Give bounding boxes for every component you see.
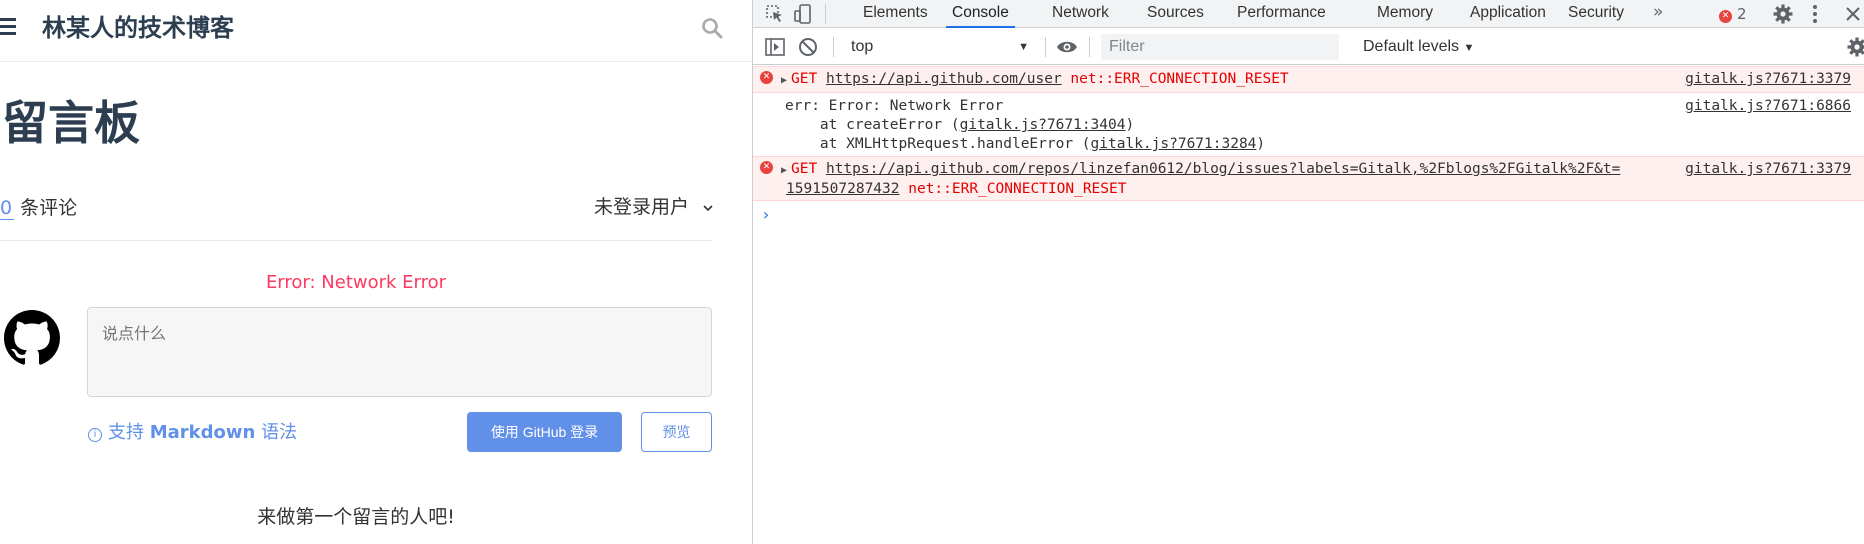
context-selector[interactable]: top ▼: [851, 35, 1035, 59]
error-icon: ✕: [760, 161, 773, 174]
console-toolbar: top ▼ Default levels ▼: [753, 29, 1864, 65]
console-prompt-row[interactable]: ›: [753, 201, 1864, 229]
more-tabs-button[interactable]: »: [1653, 0, 1663, 28]
error-count-badge[interactable]: ✕ 2: [1719, 0, 1747, 28]
menu-icon[interactable]: [0, 18, 18, 38]
preview-button[interactable]: 预览: [641, 412, 712, 452]
console-settings-gear-icon[interactable]: [1845, 35, 1864, 59]
settings-gear-icon[interactable]: [1771, 2, 1795, 26]
blog-page: 林某人的技术博客 留言板 0 条评论 未登录用户 Error: Network …: [0, 0, 752, 544]
tab-performance[interactable]: Performance: [1237, 0, 1326, 28]
tab-elements[interactable]: Elements: [863, 0, 928, 28]
stack-trace-link[interactable]: gitalk.js?7671:3284: [1091, 136, 1257, 152]
inspect-element-icon[interactable]: [763, 2, 787, 26]
comment-count: 0 条评论: [0, 194, 77, 222]
info-icon: i: [88, 428, 102, 442]
site-header: 林某人的技术博客: [0, 0, 752, 62]
error-message: Error: Network Error: [265, 272, 447, 293]
console-prompt-icon: ›: [761, 205, 771, 224]
chevron-down-icon: [703, 204, 713, 211]
github-login-button[interactable]: 使用 GitHub 登录: [467, 412, 622, 452]
device-toggle-icon[interactable]: [791, 2, 815, 26]
request-url-link[interactable]: 1591507287432: [786, 181, 900, 197]
tab-security[interactable]: Security: [1568, 0, 1624, 28]
user-menu-label: 未登录用户: [594, 196, 690, 218]
source-link[interactable]: gitalk.js?7671:6866: [1685, 97, 1851, 116]
request-url-link[interactable]: https://api.github.com/user: [826, 71, 1062, 87]
empty-comments-message: 来做第一个留言的人吧!: [257, 506, 455, 528]
expand-triangle-icon[interactable]: ▶: [781, 165, 787, 176]
devtools-panel: Elements Console Network Sources Perform…: [752, 0, 1864, 544]
devtools-tabbar: Elements Console Network Sources Perform…: [753, 0, 1864, 28]
comment-count-label: 条评论: [14, 197, 78, 219]
error-icon: ✕: [1719, 10, 1732, 23]
stack-trace-link[interactable]: gitalk.js?7671:3404: [960, 117, 1126, 133]
page-title: 留言板: [2, 96, 140, 150]
tab-console[interactable]: Console: [946, 0, 1015, 28]
toolbar-separator: [833, 37, 834, 57]
console-error-message[interactable]: ✕ ▶ GET https://api.github.com/user net::…: [753, 66, 1864, 93]
toolbar-separator: [1045, 37, 1046, 57]
sidebar-toggle-icon[interactable]: [763, 35, 787, 59]
console-filter-input[interactable]: [1101, 34, 1339, 60]
error-icon: ✕: [760, 71, 773, 84]
more-options-icon[interactable]: [1803, 2, 1827, 26]
source-link[interactable]: gitalk.js?7671:3379: [1685, 160, 1851, 179]
search-icon[interactable]: [700, 16, 724, 40]
comment-textarea[interactable]: [87, 307, 712, 397]
markdown-tip-link[interactable]: i 支持 Markdown 语法: [88, 420, 297, 446]
source-link[interactable]: gitalk.js?7671:3379: [1685, 70, 1851, 89]
toolbar-separator: [1089, 37, 1090, 57]
expand-triangle-icon[interactable]: ▶: [781, 75, 787, 86]
log-levels-dropdown[interactable]: Default levels ▼: [1363, 35, 1474, 60]
dropdown-arrow-icon: ▼: [1463, 42, 1475, 54]
tab-sources[interactable]: Sources: [1147, 0, 1204, 28]
console-log-message: err: Error: Network Error at createError…: [785, 97, 1851, 152]
close-icon[interactable]: [1841, 2, 1864, 26]
github-avatar-icon: [4, 310, 60, 365]
site-title[interactable]: 林某人的技术博客: [42, 10, 234, 46]
clear-console-icon[interactable]: [796, 35, 820, 59]
user-menu[interactable]: 未登录用户: [594, 193, 715, 221]
tab-application[interactable]: Application: [1470, 0, 1546, 28]
console-error-message[interactable]: ✕ ▶ GET https://api.github.com/repos/linz…: [753, 156, 1864, 201]
console-output: ✕ ▶ GET https://api.github.com/user net::…: [753, 66, 1864, 229]
comment-count-number[interactable]: 0: [0, 197, 15, 220]
dropdown-arrow-icon: ▼: [1018, 41, 1029, 53]
tab-network[interactable]: Network: [1052, 0, 1109, 28]
live-expression-eye-icon[interactable]: [1055, 35, 1079, 59]
divider: [0, 240, 712, 241]
request-url-link[interactable]: https://api.github.com/repos/linzefan061…: [826, 161, 1620, 177]
toolbar-separator: [825, 4, 826, 24]
tab-memory[interactable]: Memory: [1377, 0, 1433, 28]
